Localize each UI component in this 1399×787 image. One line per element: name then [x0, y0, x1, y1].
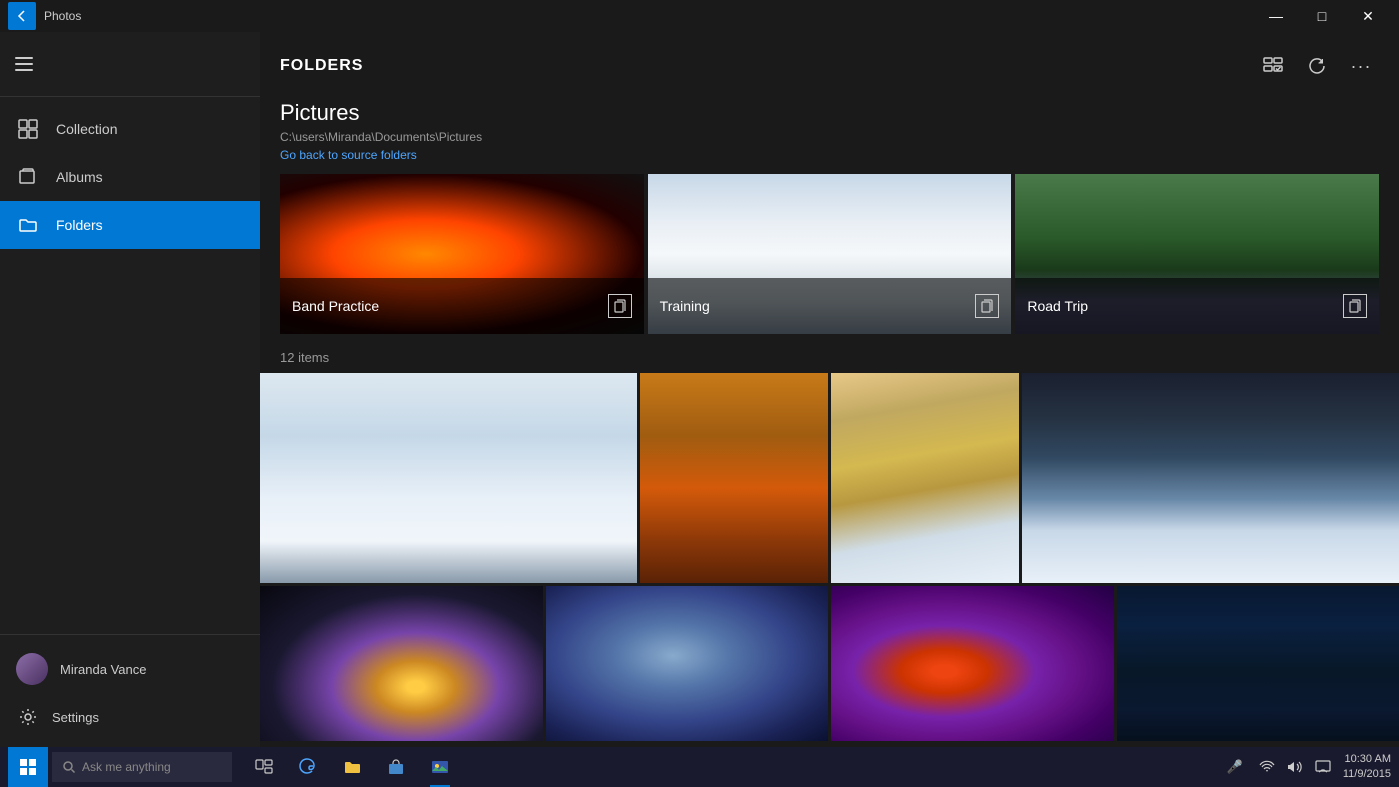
close-button[interactable]: ✕: [1345, 0, 1391, 32]
folder-overlay: Training: [648, 278, 1012, 334]
folder-grid: Band Practice Training: [260, 174, 1399, 334]
collection-label: Collection: [56, 121, 117, 137]
folder-card-training[interactable]: Training: [648, 174, 1012, 334]
settings-item[interactable]: Settings: [0, 695, 260, 739]
photo-cell-5[interactable]: [260, 586, 543, 741]
sidebar-bottom: Miranda Vance Settings: [0, 634, 260, 747]
folder-card-road-trip[interactable]: Road Trip: [1015, 174, 1379, 334]
photo-cell-7[interactable]: [831, 586, 1114, 741]
date-display: 11/9/2015: [1343, 767, 1391, 782]
taskbar-chat-icon[interactable]: [1311, 755, 1335, 779]
start-button[interactable]: [8, 747, 48, 787]
more-options-button[interactable]: ···: [1343, 48, 1379, 84]
taskbar-files[interactable]: [332, 747, 372, 787]
minimize-button[interactable]: —: [1253, 0, 1299, 32]
folder-name-training: Training: [660, 298, 710, 314]
title-bar-left: Photos: [8, 2, 81, 30]
folders-label: Folders: [56, 217, 103, 233]
refresh-button[interactable]: [1299, 48, 1335, 84]
folder-select-icon: [1343, 294, 1367, 318]
user-profile[interactable]: Miranda Vance: [0, 643, 260, 695]
window-controls: — □ ✕: [1253, 0, 1391, 32]
taskbar-clock[interactable]: 10:30 AM 11/9/2015: [1343, 752, 1391, 783]
albums-icon: [16, 165, 40, 189]
app-title: Photos: [44, 9, 81, 23]
photo-cell-4[interactable]: [1022, 373, 1399, 583]
maximize-button[interactable]: □: [1299, 0, 1345, 32]
taskbar-volume-icon[interactable]: [1283, 755, 1307, 779]
photo-cell-3[interactable]: [831, 373, 1019, 583]
taskbar-taskview[interactable]: [244, 747, 284, 787]
search-placeholder: Ask me anything: [82, 760, 171, 774]
settings-icon: [16, 705, 40, 729]
avatar: [16, 653, 48, 685]
time-display: 10:30 AM: [1343, 752, 1391, 767]
pictures-section: Pictures C:\users\Miranda\Documents\Pict…: [260, 100, 1399, 174]
folder-select-icon: [608, 294, 632, 318]
pictures-path: C:\users\Miranda\Documents\Pictures: [280, 130, 1379, 144]
folder-overlay: Band Practice: [280, 278, 644, 334]
photo-grid-row-2: [260, 586, 1399, 741]
albums-label: Albums: [56, 169, 103, 185]
settings-label: Settings: [52, 710, 99, 725]
folder-name-band-practice: Band Practice: [292, 298, 379, 314]
photo-cell-6[interactable]: [546, 586, 829, 741]
taskbar-right: 🎤: [1223, 752, 1391, 783]
folder-name-road-trip: Road Trip: [1027, 298, 1088, 314]
taskbar-apps: [236, 747, 1219, 787]
photo-grid-row-1: [260, 373, 1399, 583]
photo-cell-2[interactable]: [640, 373, 828, 583]
content-area: FOLDERS ···: [260, 32, 1399, 747]
taskbar-edge[interactable]: [288, 747, 328, 787]
folders-icon: [16, 213, 40, 237]
folder-select-icon: [975, 294, 999, 318]
items-count: 12 items: [260, 350, 1399, 365]
sidebar-item-collection[interactable]: Collection: [0, 105, 260, 153]
taskbar-network-icon[interactable]: [1255, 755, 1279, 779]
app-body: Collection Albums Folders: [0, 32, 1399, 747]
content-header: FOLDERS ···: [260, 32, 1399, 100]
photo-cell-8[interactable]: [1117, 586, 1399, 741]
sidebar-item-albums[interactable]: Albums: [0, 153, 260, 201]
pictures-title: Pictures: [280, 100, 1379, 126]
title-bar: Photos — □ ✕: [0, 0, 1399, 32]
photo-cell-1[interactable]: [260, 373, 637, 583]
content-actions: ···: [1255, 48, 1379, 84]
collection-icon: [16, 117, 40, 141]
back-button[interactable]: [8, 2, 36, 30]
taskbar-search-box[interactable]: Ask me anything: [52, 752, 232, 782]
taskbar-photos[interactable]: [420, 747, 460, 787]
sidebar-navigation: Collection Albums Folders: [0, 97, 260, 634]
sidebar: Collection Albums Folders: [0, 32, 260, 747]
folders-page-title: FOLDERS: [280, 57, 363, 75]
source-folders-link[interactable]: Go back to source folders: [280, 148, 1379, 162]
taskbar-store[interactable]: [376, 747, 416, 787]
hamburger-button[interactable]: [0, 40, 48, 88]
sidebar-top: [0, 32, 260, 97]
folder-card-band-practice[interactable]: Band Practice: [280, 174, 644, 334]
user-name: Miranda Vance: [60, 662, 146, 677]
select-all-button[interactable]: [1255, 48, 1291, 84]
taskbar-system-icons: [1255, 755, 1335, 779]
sidebar-item-folders[interactable]: Folders: [0, 201, 260, 249]
taskbar-mic-icon[interactable]: 🎤: [1223, 755, 1247, 779]
folder-overlay: Road Trip: [1015, 278, 1379, 334]
taskbar: Ask me anything: [0, 747, 1399, 787]
